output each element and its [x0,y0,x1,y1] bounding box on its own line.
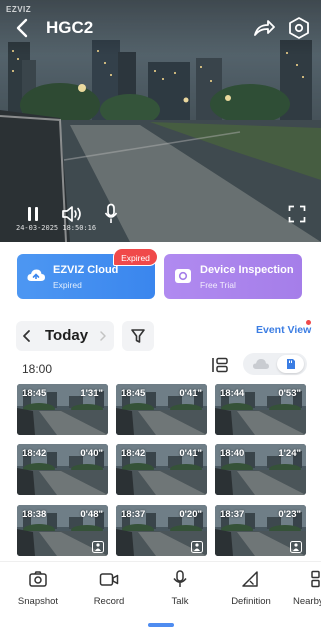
pause-icon [28,207,38,221]
expired-badge: Expired [113,248,158,266]
event-view-link[interactable]: Event View [256,324,311,336]
share-arrow-icon [254,20,275,36]
clip-start-time: 18:37 [121,509,146,520]
clip-start-time: 18:40 [220,448,245,459]
filter-button[interactable] [122,321,154,351]
clip-start-time: 18:42 [22,448,47,459]
person-detected-icon [191,541,203,553]
speaker-icon [62,206,81,222]
chevron-left-icon [16,18,28,38]
microphone-button[interactable] [104,203,118,225]
clip-thumbnail[interactable]: 18:37 0'23" [215,505,306,556]
inspection-camera-icon [175,269,191,283]
settings-button[interactable] [287,16,311,40]
clip-start-time: 18:45 [22,388,47,399]
fullscreen-button[interactable] [288,205,306,223]
clip-duration: 0'48" [80,509,103,520]
cloud-card-subtitle: Expired [53,280,82,290]
bottom-toolbar: Snapshot Record Talk Definition Nearby [0,561,321,611]
snapshot-button[interactable]: Snapshot [6,570,70,610]
definition-label: Definition [231,596,271,607]
record-button[interactable]: Record [77,570,141,610]
clip-start-time: 18:37 [220,509,245,520]
person-detected-icon [290,541,302,553]
funnel-icon [131,329,145,343]
clip-start-time: 18:38 [22,509,47,520]
snapshot-label: Snapshot [17,596,59,607]
previous-day-button[interactable] [16,321,38,351]
sd-card-option[interactable] [277,355,304,373]
microphone-icon [104,203,118,223]
clip-start-time: 18:42 [121,448,146,459]
clip-thumbnail[interactable]: 18:45 0'41" [116,384,207,435]
talk-label: Talk [171,596,189,607]
clip-duration: 0'53" [278,388,301,399]
cloud-card-title: EZVIZ Cloud [53,264,119,276]
fullscreen-icon [288,205,306,223]
pause-button[interactable] [25,205,41,223]
clip-duration: 0'41" [179,388,202,399]
clip-thumbnail[interactable]: 18:37 0'20" [116,505,207,556]
clip-start-time: 18:44 [220,388,245,399]
clip-thumbnail[interactable]: 18:42 0'40" [17,444,108,495]
chevron-right-icon [100,331,106,341]
selected-date-label[interactable]: Today [45,327,88,344]
person-detected-icon [92,541,104,553]
back-button[interactable] [12,16,34,40]
clip-duration: 1'24" [278,448,301,459]
clip-thumbnail[interactable]: 18:45 1'31" [17,384,108,435]
hour-section-header: 18:00 [22,362,53,376]
volume-button[interactable] [61,204,83,224]
list-layout-icon [212,357,228,373]
clip-thumbnail[interactable]: 18:38 0'48" [17,505,108,556]
next-day-button[interactable] [92,321,114,351]
storage-source-switch[interactable] [243,353,307,375]
device-inspection-card[interactable]: Device Inspection Free Trial [164,254,302,299]
clip-duration: 1'31" [80,388,103,399]
nearby-button[interactable]: Nearby [276,570,321,610]
camera-name: HGC2 [46,18,94,37]
inspection-card-subtitle: Free Trial [200,280,236,290]
live-video-player[interactable]: EZVIZ HGC2 24-03-2025 18:50:16 [0,0,321,242]
clip-start-time: 18:45 [121,388,146,399]
layout-toggle-button[interactable] [211,357,229,373]
date-selector: Today [16,321,114,351]
share-button[interactable] [252,16,276,40]
clip-thumbnail[interactable]: 18:40 1'24" [215,444,306,495]
clip-duration: 0'20" [179,509,202,520]
settings-hexagon-icon [289,17,309,39]
record-label: Record [93,596,125,607]
camera-icon [29,571,47,587]
clip-thumbnail[interactable]: 18:44 0'53" [215,384,306,435]
definition-button[interactable]: Definition [219,570,283,610]
clip-duration: 0'40" [80,448,103,459]
talk-button[interactable]: Talk [148,570,212,610]
video-record-icon [99,573,119,586]
event-notification-dot [306,320,311,325]
clip-thumbnail[interactable]: 18:42 0'41" [116,444,207,495]
definition-triangle-icon [242,571,258,587]
clip-duration: 0'41" [179,448,202,459]
nearby-label: Nearby [293,596,321,607]
sd-card-icon [287,359,295,369]
video-timestamp: 24-03-2025 18:50:16 [16,224,97,232]
ezviz-watermark: EZVIZ [6,5,32,14]
chevron-left-icon [23,330,30,342]
clip-duration: 0'23" [278,509,301,520]
cloud-upload-icon [27,269,45,281]
home-indicator [148,623,174,627]
nearby-grid-icon [311,570,320,588]
cloud-icon[interactable] [252,357,270,371]
inspection-card-title: Device Inspection [200,264,294,276]
microphone-icon [173,570,187,587]
